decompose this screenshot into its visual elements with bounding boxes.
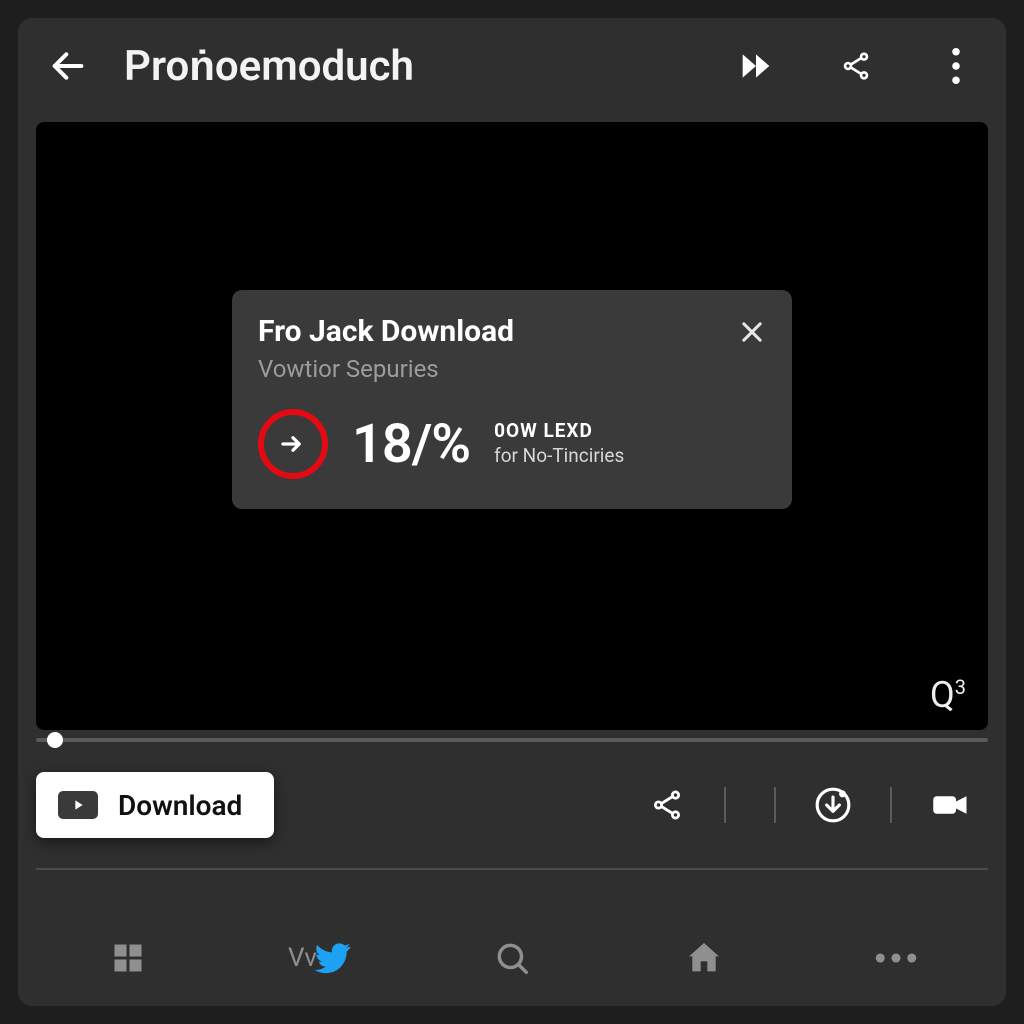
quality-sup: 3 [955,675,966,699]
download-label: Download [118,789,242,822]
progress-percent: 18/% [352,413,470,476]
video-area: Q3 Fro Jack Download Vowtior Sepuries [36,122,988,730]
divider [724,787,726,823]
bottom-nav: Vv [18,910,1006,1006]
fast-forward-icon [736,46,776,86]
play-badge-icon [58,791,98,819]
top-actions [734,44,978,88]
close-icon [738,318,766,346]
quality-indicator[interactable]: Q3 [930,674,966,716]
arrow-right-icon [278,429,308,459]
video-camera-icon [928,784,970,826]
back-button[interactable] [40,38,96,94]
fast-forward-button[interactable] [734,44,778,88]
quality-letter: Q [930,674,955,716]
more-horiz-icon [875,951,917,965]
home-icon [684,938,724,978]
progress-ring [258,409,328,479]
seek-thumb[interactable] [47,732,63,748]
popup-side-text: 0OW LEXD for No-Tinciries [494,421,624,467]
back-arrow-icon [48,46,88,86]
nav-home[interactable] [672,926,736,990]
twitter-icon [313,938,352,978]
download-circle-icon [814,786,852,824]
share-icon [840,50,872,82]
share-button-top[interactable] [834,44,878,88]
more-vert-icon [951,47,961,85]
popup-close-button[interactable] [738,318,766,346]
popup-side-line2: for No-Tinciries [494,446,624,467]
page-title: Proṅoemoduch [124,42,706,91]
grid-icon [110,940,146,976]
download-popup: Fro Jack Download Vowtior Sepuries 18/% [232,290,792,509]
share-icon [650,788,684,822]
divider [890,787,892,823]
download-button[interactable]: Download [36,772,274,838]
popup-subtitle: Vowtior Sepuries [258,355,514,383]
separator [36,868,988,870]
top-bar: Proṅoemoduch [18,18,1006,114]
popup-side-line1: 0OW LEXD [494,421,624,442]
search-icon [493,939,531,977]
video-camera-button[interactable] [926,782,972,828]
download-circle-button[interactable] [810,782,856,828]
more-button[interactable] [934,44,978,88]
share-button[interactable] [644,782,690,828]
video-player[interactable]: Q3 Fro Jack Download Vowtior Sepuries [36,122,988,730]
action-row: Download [18,742,1006,838]
popup-title: Fro Jack Download [258,314,514,349]
nav-twitter[interactable]: Vv [288,926,352,990]
divider [774,787,776,823]
nav-search[interactable] [480,926,544,990]
seek-bar[interactable] [36,738,988,742]
nav-grid[interactable] [96,926,160,990]
nav-more[interactable] [864,926,928,990]
